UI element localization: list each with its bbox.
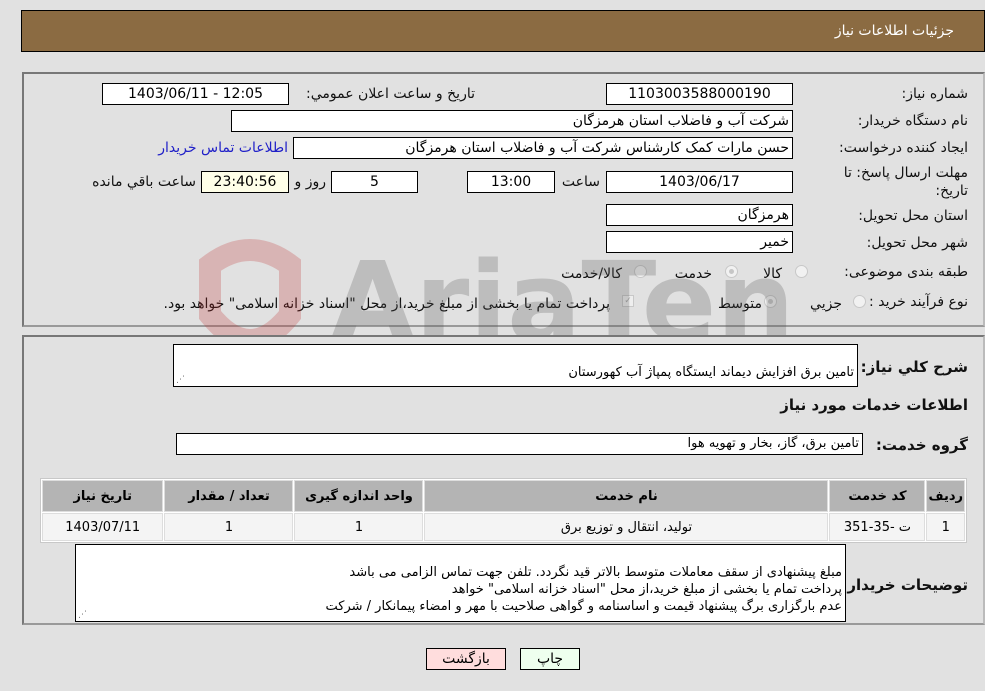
table-row: 1 ت -35-351 تولید، انتقال و توزیع برق 1 …	[42, 513, 965, 541]
cell-need-date: 1403/07/11	[42, 513, 164, 541]
announce-datetime-field: 1403/06/11 - 12:05	[102, 83, 289, 105]
remaining-time-label: ساعت باقي مانده	[92, 174, 196, 190]
category-radio-goods-service[interactable]	[634, 265, 647, 278]
process-label: نوع فرآیند خرید :	[869, 294, 968, 310]
treasury-note: پرداخت تمام یا بخشی از مبلغ خرید،از محل …	[163, 296, 610, 312]
remaining-time-field: 23:40:56	[201, 171, 289, 193]
province-field: هرمزگان	[606, 204, 793, 226]
province-label: استان محل تحویل:	[858, 208, 968, 224]
cell-quantity: 1	[164, 513, 294, 541]
col-row-header: ردیف	[926, 480, 965, 512]
service-group-label: گروه خدمت:	[875, 436, 968, 454]
need-number-field: 1103003588000190	[606, 83, 793, 105]
buyer-contact-link[interactable]: اطلاعات تماس خریدار	[158, 140, 288, 156]
category-label: طبقه بندی موضوعی:	[844, 264, 968, 280]
cell-service-name: تولید، انتقال و توزیع برق	[424, 513, 829, 541]
buyer-notes-label: توضیحات خریدار:	[841, 576, 968, 594]
services-section-title: اطلاعات خدمات مورد نیاز	[780, 396, 968, 414]
col-unit-header: واحد اندازه گیری	[294, 480, 424, 512]
category-option-service: خدمت	[674, 266, 712, 282]
cell-unit: 1	[294, 513, 424, 541]
process-option-minor: جزیي	[810, 296, 842, 312]
page-header: جزئیات اطلاعات نیاز	[21, 10, 985, 52]
requester-field: حسن مارات کمک کارشناس شرکت آب و فاضلاب ا…	[293, 137, 793, 159]
page-title: جزئیات اطلاعات نیاز	[834, 23, 954, 39]
category-radio-service[interactable]	[725, 265, 738, 278]
deadline-time-label: ساعت	[561, 174, 600, 190]
treasury-checkbox[interactable]: ✓	[622, 295, 634, 307]
requester-label: ایجاد کننده درخواست:	[839, 140, 968, 156]
resize-grip-icon[interactable]: ⋰	[78, 611, 87, 620]
cell-row-number: 1	[926, 513, 965, 541]
cell-service-code: ت -35-351	[829, 513, 926, 541]
col-name-header: نام خدمت	[424, 480, 829, 512]
need-number-label: شماره نیاز:	[901, 86, 969, 102]
col-date-header: تاریخ نیاز	[42, 480, 164, 512]
process-radio-medium[interactable]	[764, 295, 777, 308]
description-label: شرح کلي نیاز:	[860, 358, 968, 376]
process-option-medium: متوسط	[718, 296, 762, 312]
services-table: ردیف کد خدمت نام خدمت واحد اندازه گیری ت…	[40, 478, 967, 543]
deadline-label: مهلت ارسال پاسخ: تا تاریخ:	[843, 165, 968, 199]
buyer-org-field: شرکت آب و فاضلاب استان هرمزگان	[231, 110, 793, 132]
service-group-field: تامین برق، گاز، بخار و تهویه هوا	[176, 433, 863, 455]
deadline-date-field: 1403/06/17	[606, 171, 793, 193]
city-field: خمیر	[606, 231, 793, 253]
print-button[interactable]: چاپ	[520, 648, 580, 670]
description-text: تامین برق افزایش دیماند ایستگاه پمپاژ آب…	[568, 365, 854, 380]
remaining-days-label: روز و	[294, 174, 327, 190]
col-qty-header: تعداد / مقدار	[164, 480, 294, 512]
back-button[interactable]: بازگشت	[426, 648, 506, 670]
deadline-time-field: 13:00	[467, 171, 555, 193]
category-radio-goods[interactable]	[795, 265, 808, 278]
col-code-header: کد خدمت	[829, 480, 926, 512]
process-radio-minor[interactable]	[853, 295, 866, 308]
remaining-days-field: 5	[331, 171, 418, 193]
city-label: شهر محل تحویل:	[866, 235, 968, 251]
buyer-notes-text: مبلغ پیشنهادی از سقف معاملات متوسط بالات…	[325, 565, 843, 614]
buyer-notes-textarea[interactable]: مبلغ پیشنهادی از سقف معاملات متوسط بالات…	[75, 544, 846, 622]
buyer-org-label: نام دستگاه خریدار:	[857, 113, 968, 129]
category-option-goods: کالا	[763, 266, 782, 282]
category-option-goods-service: کالا/خدمت	[561, 266, 622, 282]
description-textarea[interactable]: تامین برق افزایش دیماند ایستگاه پمپاژ آب…	[173, 344, 858, 387]
table-header-row: ردیف کد خدمت نام خدمت واحد اندازه گیری ت…	[42, 480, 965, 512]
announce-datetime-label: تاریخ و ساعت اعلان عمومي:	[306, 86, 475, 102]
resize-grip-icon[interactable]: ⋰	[176, 376, 185, 385]
